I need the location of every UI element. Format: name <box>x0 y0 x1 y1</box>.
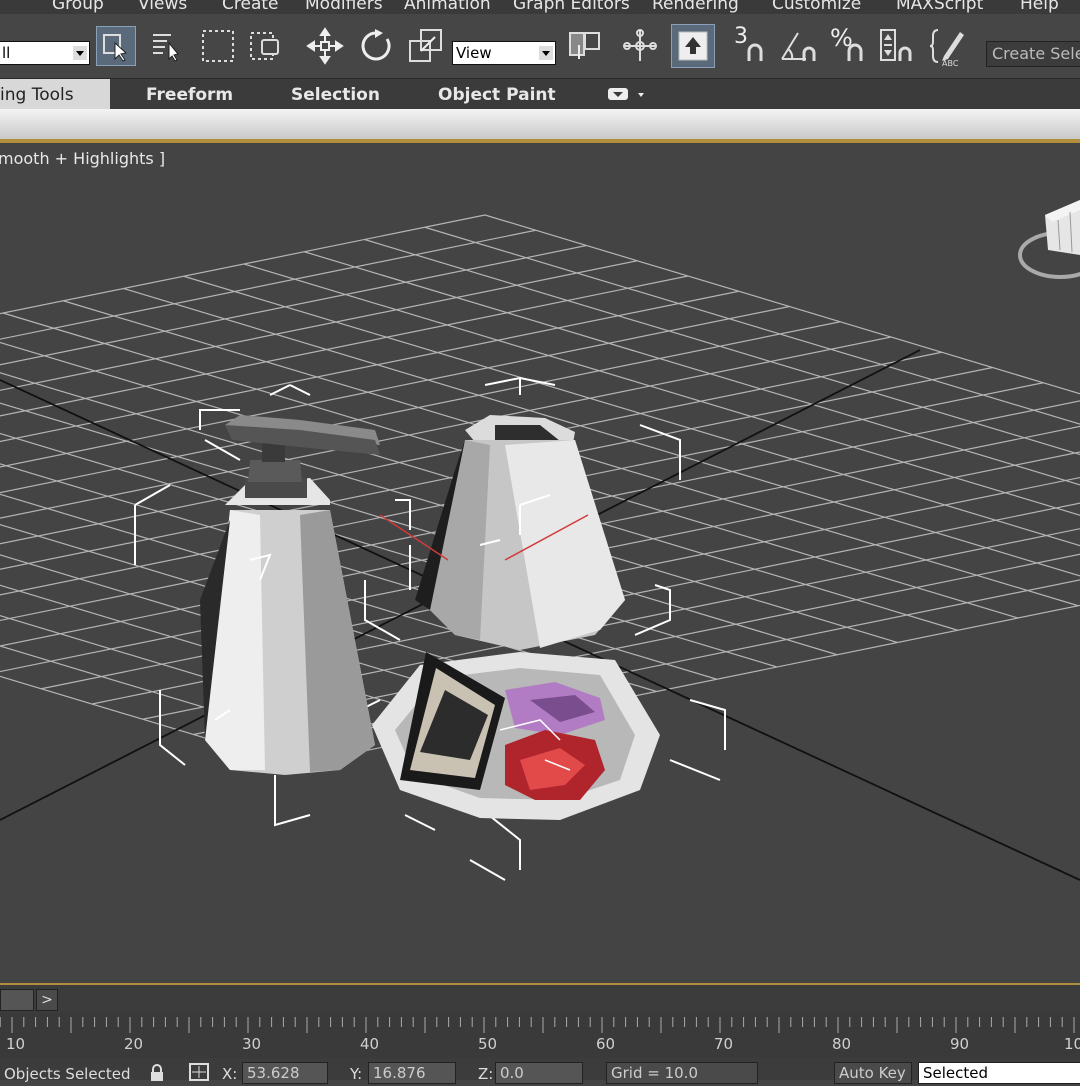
svg-text:ABC: ABC <box>942 59 959 66</box>
move-icon <box>306 27 344 65</box>
rotate-button[interactable] <box>356 26 396 66</box>
window-crossing-icon <box>248 28 284 64</box>
track-tick-label: 20 <box>124 1035 143 1053</box>
next-frame-button[interactable]: > <box>36 989 58 1011</box>
rectangle-selection-icon <box>200 28 236 64</box>
rotate-icon <box>357 27 395 65</box>
menu-rendering[interactable]: Rendering <box>652 0 739 14</box>
ribbon-panel <box>0 109 1080 139</box>
y-coordinate-field[interactable]: 16.876 <box>368 1062 456 1084</box>
track-bar-ruler <box>0 1013 1080 1058</box>
menu-views[interactable]: Views <box>138 0 187 14</box>
absolute-transform-icon <box>188 1062 210 1082</box>
shortcut-override-icon <box>676 29 710 63</box>
percent-snap-button[interactable]: % <box>830 26 870 66</box>
manipulate-icon <box>621 27 659 65</box>
snap-dimension-label: 3 <box>734 24 748 49</box>
grid-size-display: Grid = 10.0 <box>606 1062 758 1084</box>
time-slider[interactable]: > <box>0 983 1080 1013</box>
time-slider-thumb[interactable] <box>0 989 34 1011</box>
snaps-toggle-button[interactable]: 3 <box>730 26 770 66</box>
tab-freeform[interactable]: Freeform <box>146 79 233 109</box>
ribbon-options-button[interactable] <box>606 85 648 109</box>
menu-create[interactable]: Create <box>222 0 279 14</box>
menu-graph-editors[interactable]: Graph Editors <box>513 0 630 14</box>
tab-object-paint[interactable]: Object Paint <box>438 79 556 109</box>
absolute-mode-transform-button[interactable] <box>188 1062 210 1086</box>
chevron-down-icon <box>539 46 553 60</box>
ribbon-options-icon <box>606 85 648 105</box>
auto-key-button[interactable]: Auto Key <box>834 1062 912 1084</box>
spinner-snap-icon <box>878 27 918 65</box>
pivot-center-button[interactable] <box>564 26 604 66</box>
track-tick-label: 80 <box>832 1035 851 1053</box>
edit-named-selections-button[interactable]: ABC <box>930 26 970 66</box>
reference-coordinate-value: View <box>456 44 492 62</box>
window-crossing-button[interactable] <box>246 26 286 66</box>
selection-filter-value: ll <box>2 44 10 62</box>
edit-named-selection-icon: ABC <box>930 26 970 66</box>
select-by-name-button[interactable] <box>146 26 186 66</box>
y-coordinate-label: Y: <box>350 1065 362 1083</box>
reference-coordinate-dropdown[interactable]: View <box>452 41 556 65</box>
soap-dispenser-model <box>200 415 380 775</box>
grid-line <box>0 350 837 655</box>
viewport-label[interactable]: mooth + Highlights ] <box>0 149 165 168</box>
track-bar[interactable]: 10 20 30 40 50 60 70 80 90 100 <box>0 1013 1080 1058</box>
spinner-snap-button[interactable] <box>878 26 918 66</box>
chevron-down-icon <box>73 46 87 60</box>
pivot-center-icon <box>565 27 603 65</box>
percent-icon: % <box>830 24 853 52</box>
x-coordinate-label: X: <box>222 1065 237 1083</box>
scale-icon <box>407 27 445 65</box>
main-toolbar: ll View 3 % <box>0 14 1080 79</box>
track-tick-label: 90 <box>950 1035 969 1053</box>
menu-modifiers[interactable]: Modifiers <box>305 0 383 14</box>
menu-animation[interactable]: Animation <box>404 0 491 14</box>
select-object-icon <box>99 29 133 63</box>
menu-bar: Group Views Create Modifiers Animation G… <box>0 0 1080 14</box>
z-coordinate-label: Z: <box>478 1065 493 1083</box>
track-tick-label: 40 <box>360 1035 379 1053</box>
track-tick-label: 60 <box>596 1035 615 1053</box>
select-object-button[interactable] <box>96 26 136 66</box>
key-filter-dropdown[interactable]: Selected <box>918 1062 1080 1084</box>
track-tick-label: 70 <box>714 1035 733 1053</box>
tab-selection[interactable]: Selection <box>291 79 380 109</box>
lock-selection-button[interactable] <box>148 1064 166 1086</box>
track-tick-label: 100 <box>1064 1035 1080 1053</box>
menu-maxscript[interactable]: MAXScript <box>896 0 983 14</box>
soap-dish-model <box>372 652 660 820</box>
angle-snap-icon <box>780 27 820 65</box>
selection-filter-dropdown[interactable]: ll <box>0 41 90 65</box>
angle-snap-button[interactable] <box>780 26 820 66</box>
menu-customize[interactable]: Customize <box>772 0 861 14</box>
track-tick-label: 50 <box>478 1035 497 1053</box>
selection-count-label: Objects Selected <box>4 1065 130 1083</box>
keyboard-shortcut-override-button[interactable] <box>671 24 715 68</box>
tab-modeling-tools[interactable]: ing Tools <box>0 79 110 109</box>
menu-help[interactable]: Help <box>1020 0 1059 14</box>
move-button[interactable] <box>305 26 345 66</box>
z-coordinate-field[interactable]: 0.0 <box>495 1062 583 1084</box>
lock-icon <box>148 1064 166 1082</box>
perspective-viewport[interactable]: mooth + Highlights ] <box>0 143 1080 983</box>
scale-button[interactable] <box>406 26 446 66</box>
track-tick-label: 10 <box>6 1035 25 1053</box>
select-by-name-icon <box>149 29 183 63</box>
select-and-manipulate-button[interactable] <box>620 26 660 66</box>
viewcube-icon <box>1020 200 1080 277</box>
status-bar: Objects Selected X: 53.628 Y: 16.876 Z: … <box>0 1058 1080 1080</box>
rectangular-selection-button[interactable] <box>198 26 238 66</box>
menu-group[interactable]: Group <box>52 0 104 14</box>
viewport-scene <box>0 143 1080 983</box>
named-selection-set-field[interactable]: Create Sele <box>986 41 1080 67</box>
ribbon-tabs: ing Tools Freeform Selection Object Pain… <box>0 79 1080 109</box>
track-tick-label: 30 <box>242 1035 261 1053</box>
x-coordinate-field[interactable]: 53.628 <box>242 1062 328 1084</box>
